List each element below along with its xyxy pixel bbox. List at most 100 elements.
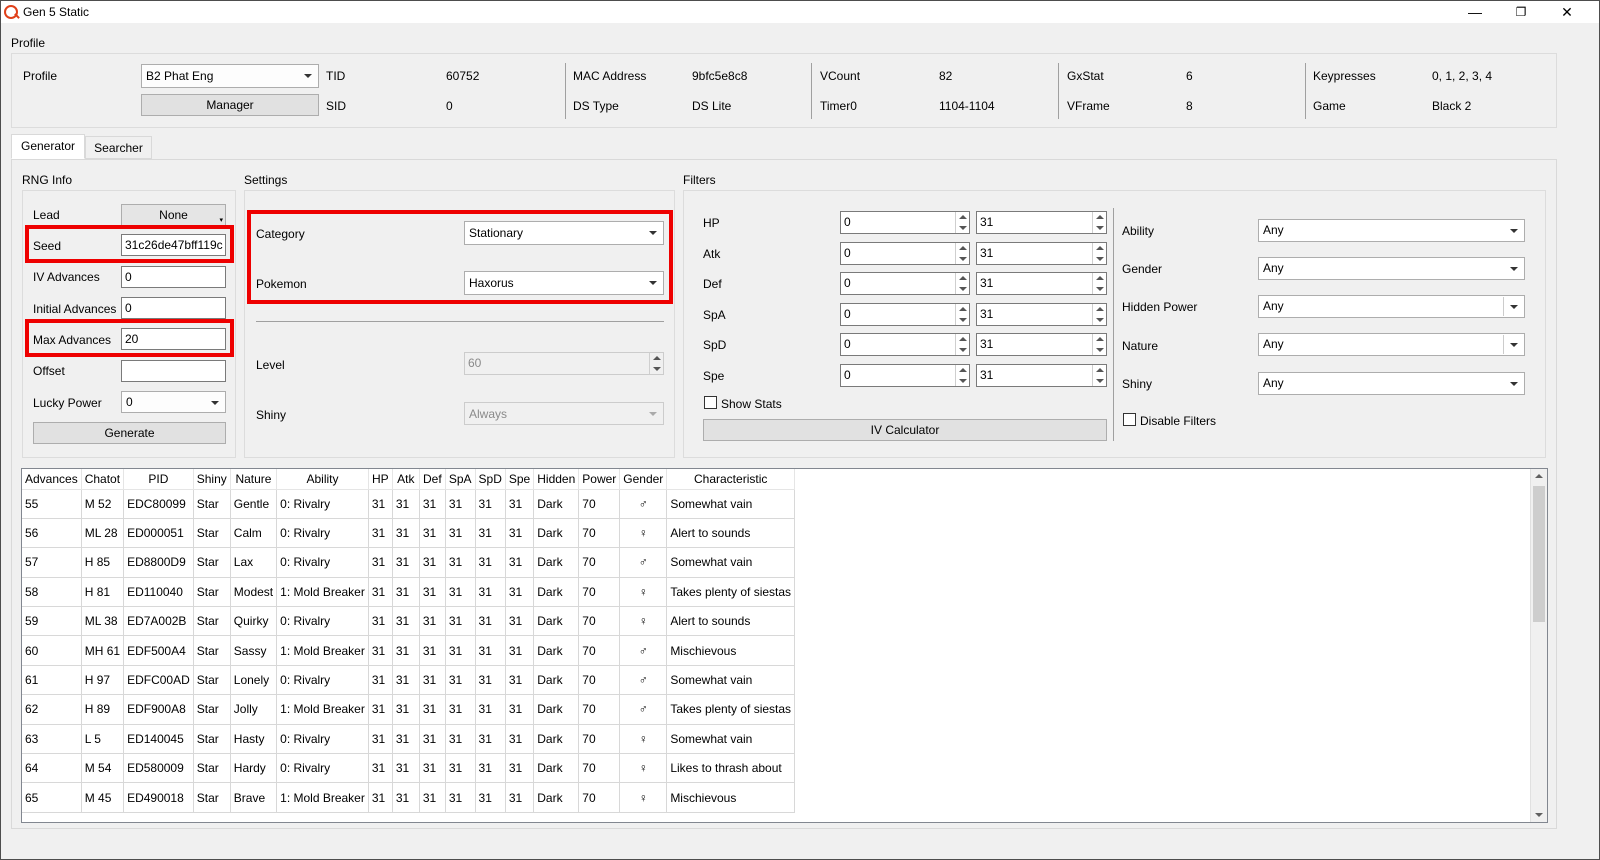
shiny-filter-select[interactable]: Any — [1258, 372, 1525, 395]
spd-max-spinbox[interactable]: 31 — [976, 333, 1107, 356]
table-cell: 31 — [475, 518, 506, 549]
vertical-scrollbar[interactable] — [1530, 469, 1547, 822]
table-cell: 31 — [368, 577, 393, 608]
iv-calculator-button[interactable]: IV Calculator — [703, 419, 1107, 441]
spin-buttons[interactable] — [1092, 334, 1106, 355]
table-cell: 70 — [578, 489, 621, 519]
hidden-power-select[interactable]: Any — [1258, 295, 1525, 318]
nature-select[interactable]: Any — [1258, 333, 1525, 356]
column-header-advances[interactable]: Advances — [22, 469, 82, 490]
shiny-select[interactable]: Always — [464, 402, 664, 425]
def-max-spinbox[interactable]: 31 — [976, 272, 1107, 295]
spin-buttons[interactable] — [955, 304, 969, 325]
spin-buttons[interactable] — [1092, 212, 1106, 233]
table-cell: Alert to sounds — [666, 518, 796, 549]
scroll-up-icon[interactable] — [1535, 474, 1543, 478]
spin-buttons[interactable] — [955, 243, 969, 264]
table-cell: ED8800D9 — [123, 547, 194, 578]
table-row[interactable]: 56 ML 28 ED000051 Star Calm 0: Rivalry 31 31 31 3… — [22, 518, 796, 549]
table-cell: Dark — [533, 547, 580, 578]
spe-min-spinbox[interactable]: 0 — [840, 364, 970, 387]
table-row[interactable]: 63 L 5 ED140045 Star Hasty 0: Rivalry 31 31 31 31… — [22, 724, 796, 755]
generate-button[interactable]: Generate — [33, 422, 226, 444]
spin-buttons[interactable] — [649, 353, 663, 374]
close-button[interactable]: ✕ — [1545, 1, 1589, 23]
table-row[interactable]: 65 M 45 ED490018 Star Brave 1: Mold Breaker 31… — [22, 782, 796, 813]
profile-select[interactable]: B2 Phat Eng — [141, 64, 319, 88]
tab-generator[interactable]: Generator — [11, 134, 85, 159]
column-header-def[interactable]: Def — [419, 469, 446, 490]
arrow-up-icon — [1096, 368, 1104, 372]
atk-min-spinbox[interactable]: 0 — [840, 242, 970, 265]
spin-buttons[interactable] — [1092, 243, 1106, 264]
iv-advances-input[interactable]: 0 — [121, 266, 226, 288]
lead-select[interactable]: None ▾ — [121, 204, 226, 226]
spd-label: SpD — [703, 338, 727, 352]
spd-min-spinbox[interactable]: 0 — [840, 333, 970, 356]
column-header-chatot[interactable]: Chatot — [81, 469, 125, 490]
manager-button[interactable]: Manager — [141, 94, 319, 116]
spin-buttons[interactable] — [1092, 365, 1106, 386]
table-cell: 70 — [578, 577, 621, 608]
column-header-power[interactable]: Power — [578, 469, 621, 490]
spa-max-spinbox[interactable]: 31 — [976, 303, 1107, 326]
column-header-spd[interactable]: SpD — [475, 469, 506, 490]
minimize-button[interactable]: — — [1453, 1, 1497, 23]
column-header-pid[interactable]: PID — [123, 469, 194, 490]
spin-buttons[interactable] — [955, 212, 969, 233]
table-row[interactable]: 59 ML 38 ED7A002B Star Quirky 0: Rivalry 31 31 3… — [22, 606, 796, 637]
column-header-nature[interactable]: Nature — [230, 469, 278, 490]
spin-buttons[interactable] — [955, 365, 969, 386]
spin-buttons[interactable] — [1092, 304, 1106, 325]
column-header-atk[interactable]: Atk — [392, 469, 420, 490]
atk-max-spinbox[interactable]: 31 — [976, 242, 1107, 265]
level-spinbox[interactable]: 60 — [464, 352, 664, 375]
lucky-power-select[interactable]: 0 — [121, 391, 226, 413]
results-table: Advances Chatot PID Shiny Nature Ability HP Atk… — [22, 469, 796, 813]
table-cell: 31 — [505, 489, 535, 519]
mac-label: MAC Address — [573, 69, 647, 83]
column-header-gender[interactable]: Gender — [619, 469, 668, 490]
restore-button[interactable]: ❐ — [1499, 1, 1543, 23]
spin-buttons[interactable] — [955, 273, 969, 294]
game-value: Black 2 — [1432, 99, 1472, 113]
offset-input[interactable] — [121, 360, 226, 382]
table-row[interactable]: 60 MH 61 EDF500A4 Star Sassy 1: Mold Breaker 3… — [22, 635, 796, 666]
spin-buttons[interactable] — [955, 334, 969, 355]
column-header-hidden[interactable]: Hidden — [533, 469, 580, 490]
hp-min-spinbox[interactable]: 0 — [840, 211, 970, 234]
initial-advances-input[interactable]: 0 — [121, 297, 226, 319]
ability-select[interactable]: Any — [1258, 219, 1525, 242]
table-cell: 1: Mold Breaker — [276, 694, 369, 725]
results-table-view[interactable]: Advances Chatot PID Shiny Nature Ability HP Atk… — [21, 468, 1548, 823]
column-header-hp[interactable]: HP — [368, 469, 393, 490]
shiny-filter-label: Shiny — [1122, 377, 1153, 391]
table-row[interactable]: 62 H 89 EDF900A8 Star Jolly 1: Mold Breaker 31… — [22, 694, 796, 725]
hp-max-spinbox[interactable]: 31 — [976, 211, 1107, 234]
lucky-power-label: Lucky Power — [33, 396, 102, 410]
column-header-spa[interactable]: SpA — [445, 469, 476, 490]
settings-title: Settings — [244, 173, 288, 187]
table-cell: 31 — [419, 489, 446, 519]
spa-min-spinbox[interactable]: 0 — [840, 303, 970, 326]
table-row[interactable]: 55 M 52 EDC80099 Star Gentle 0: Rivalry 31 31 31… — [22, 489, 796, 519]
spe-max-spinbox[interactable]: 31 — [976, 364, 1107, 387]
column-header-characteristic[interactable]: Characteristic — [666, 469, 796, 490]
gender-select[interactable]: Any — [1258, 257, 1525, 280]
table-row[interactable]: 64 M 54 ED580009 Star Hardy 0: Rivalry 31 31 31 3… — [22, 753, 796, 784]
column-header-spe[interactable]: Spe — [505, 469, 535, 490]
table-row[interactable]: 57 H 85 ED8800D9 Star Lax 0: Rivalry 31 31 31 31 3… — [22, 547, 796, 578]
disable-filters-checkbox[interactable] — [1123, 413, 1136, 426]
table-row[interactable]: 61 H 97 EDFC00AD Star Lonely 0: Rivalry 31 31 31… — [22, 665, 796, 696]
table-row[interactable]: 58 H 81 ED110040 Star Modest 1: Mold Breaker 3… — [22, 577, 796, 608]
column-header-ability[interactable]: Ability — [276, 469, 369, 490]
table-cell: ♂ — [619, 694, 668, 725]
tab-searcher[interactable]: Searcher — [85, 136, 152, 159]
def-min-spinbox[interactable]: 0 — [840, 272, 970, 295]
scrollbar-thumb[interactable] — [1533, 486, 1545, 622]
show-stats-checkbox[interactable] — [704, 396, 717, 409]
column-header-shiny[interactable]: Shiny — [193, 469, 231, 490]
spin-buttons[interactable] — [1092, 273, 1106, 294]
scroll-down-icon[interactable] — [1535, 813, 1543, 817]
table-cell: Somewhat vain — [666, 489, 796, 519]
